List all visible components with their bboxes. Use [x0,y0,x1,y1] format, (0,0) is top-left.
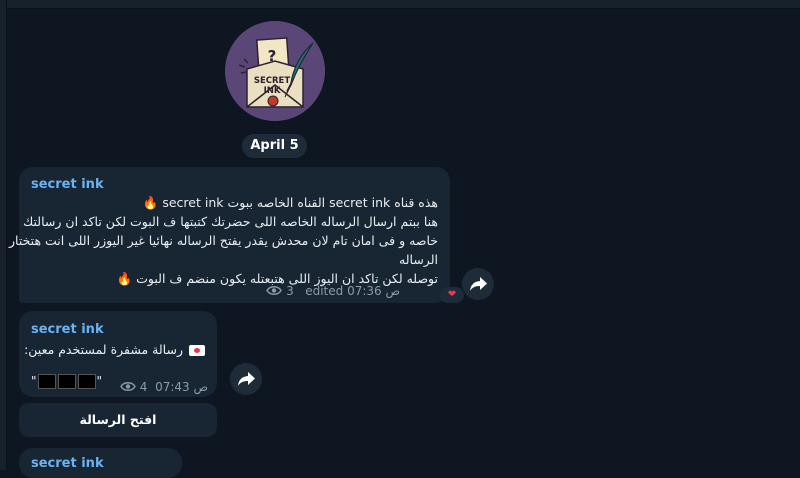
message-time: 07:43 ص [155,380,208,394]
forward-button[interactable] [230,363,262,395]
message-sender[interactable]: secret ink [31,322,104,337]
channel-avatar[interactable]: ? SECRET INK [225,21,325,121]
hidden-block [77,374,96,389]
fire-emoji-icon: 🔥 [116,271,133,286]
date-separator: April 5 [242,134,307,158]
channel-message[interactable]: secret ink [19,448,182,478]
share-arrow-icon [238,372,255,386]
message-line: هنا ببتم ارسال الرساله الخاصه اللى حضرتك… [23,214,438,229]
message-text: رسالة مشفرة لمستخدم معين: [24,340,205,359]
quote-mark: " [96,374,103,388]
edited-label: edited [305,284,344,298]
channel-message[interactable]: secret ink هذه قناه secret ink القناه ال… [9,167,450,303]
view-count: 3 [286,284,294,298]
svg-text:INK: INK [264,86,281,96]
message-line: رسالة مشفرة لمستخدم معين: [24,342,183,357]
quote-mark: " [31,374,37,388]
share-arrow-icon [470,277,487,291]
left-panel-edge [0,0,7,470]
fire-emoji-icon: 🔥 [142,195,159,210]
channel-message[interactable]: secret ink رسالة مشفرة لمستخدم معين: " " … [19,311,217,397]
top-bar [0,0,800,9]
forward-button[interactable] [462,268,494,300]
message-text: هذه قناه secret ink القناه الخاصه ببوت s… [9,193,438,288]
svg-text:SECRET: SECRET [254,76,291,86]
view-count: 4 [139,380,148,394]
message-meta: 4 07:43 ص [120,380,208,395]
message-meta: 3 edited 07:36 ص [266,284,400,299]
message-line: خاصه و فى امان تام لان محدش يقدر يفتح ال… [9,233,438,248]
hidden-block [57,374,76,389]
love-letter-icon [189,345,205,356]
message-time: 07:36 ص [347,284,400,298]
message-line: هذه قناه secret ink القناه الخاصه ببوت s… [162,195,438,210]
heart-reaction[interactable]: ❤ [440,287,464,303]
message-sender[interactable]: secret ink [31,456,104,471]
open-message-button[interactable]: افتح الرسالة [19,403,217,437]
eye-icon [266,285,283,299]
hidden-username: " " [31,374,102,389]
message-sender[interactable]: secret ink [31,177,104,192]
eye-icon [120,381,136,395]
hidden-block [37,374,56,389]
message-line: الرساله [399,252,438,267]
secret-ink-logo-icon: ? SECRET INK [225,21,325,121]
